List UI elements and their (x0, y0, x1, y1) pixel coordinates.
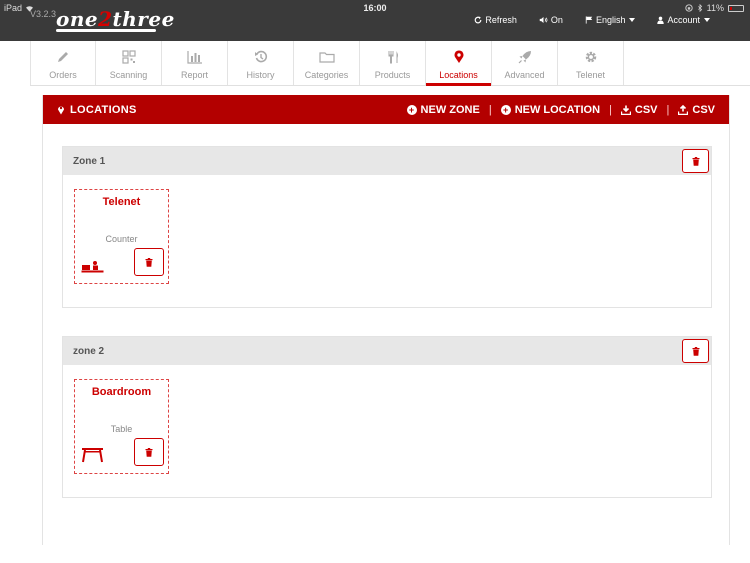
zone-card: zone 2 Boardroom Table (62, 336, 712, 498)
user-icon (657, 16, 665, 24)
trash-icon (692, 346, 699, 356)
sound-toggle-button[interactable]: On (539, 15, 563, 25)
trash-icon (145, 447, 153, 457)
tab-advanced[interactable]: Advanced (492, 41, 558, 85)
chevron-down-icon (704, 18, 710, 22)
gear-icon (585, 51, 596, 63)
table-icon (82, 448, 103, 463)
counter-icon (81, 261, 104, 273)
zone-name: Zone 1 (73, 155, 106, 167)
tab-report[interactable]: Report (162, 41, 228, 85)
refresh-icon (475, 16, 482, 24)
location-name: Boardroom (91, 386, 152, 398)
refresh-button[interactable]: Refresh (474, 15, 517, 25)
trash-icon (692, 156, 699, 166)
location-type: Table (110, 424, 133, 434)
tab-locations[interactable]: Locations (426, 41, 492, 86)
new-zone-button[interactable]: + NEW ZONE (406, 104, 480, 116)
panel-actions: + NEW ZONE | + NEW LOCATION | CSV | CSV (406, 103, 715, 116)
separator: | (488, 103, 492, 116)
tab-scanning[interactable]: Scanning (96, 41, 162, 85)
location-name: Telenet (102, 196, 141, 208)
app-logo[interactable]: one2three (56, 7, 175, 31)
plus-circle-icon: + (500, 104, 511, 115)
upload-icon (678, 104, 689, 115)
trash-icon (145, 257, 153, 267)
bar-chart-icon (186, 51, 202, 64)
zone-header: zone 2 (63, 337, 711, 365)
pencil-icon (58, 52, 68, 62)
zone-header: Zone 1 (63, 147, 711, 175)
separator: | (666, 103, 670, 116)
location-card[interactable]: Telenet Counter (74, 189, 169, 284)
zone-name: zone 2 (73, 345, 105, 357)
delete-zone-button[interactable] (682, 149, 709, 173)
map-marker-icon (58, 106, 64, 115)
location-card[interactable]: Boardroom Table (74, 379, 169, 474)
new-location-button[interactable]: + NEW LOCATION (500, 104, 600, 116)
speaker-icon (539, 17, 548, 23)
cutlery-icon (388, 51, 398, 64)
csv-download-button[interactable]: CSV (620, 104, 658, 116)
battery-percent: 11% (706, 3, 724, 13)
panel-title: LOCATIONS (57, 104, 137, 116)
flag-icon (585, 16, 593, 24)
map-marker-icon (454, 50, 463, 63)
delete-location-button[interactable] (134, 438, 164, 466)
delete-location-button[interactable] (134, 248, 164, 276)
tab-history[interactable]: History (228, 41, 294, 85)
logo-underline (56, 29, 156, 32)
csv-upload-button[interactable]: CSV (678, 104, 715, 116)
zone-card: Zone 1 Telenet Counter (62, 146, 712, 308)
delete-zone-button[interactable] (682, 339, 709, 363)
app-header: iPad 16:00 11% V3.2.3 one2three Refresh … (0, 0, 750, 41)
tab-categories[interactable]: Categories (294, 41, 360, 85)
tab-products[interactable]: Products (360, 41, 426, 85)
lock-rotation-icon (684, 4, 693, 12)
folder-icon (318, 52, 335, 63)
plus-circle-icon: + (406, 104, 417, 115)
account-dropdown[interactable]: Account (657, 15, 710, 25)
location-type: Counter (105, 234, 138, 244)
locations-panel: LOCATIONS + NEW ZONE | + NEW LOCATION | … (42, 95, 730, 545)
download-icon (620, 105, 631, 115)
language-dropdown[interactable]: English (585, 15, 636, 25)
bluetooth-icon (697, 4, 702, 12)
qrcode-icon (121, 50, 136, 64)
panel-header: LOCATIONS + NEW ZONE | + NEW LOCATION | … (43, 95, 729, 124)
main-tab-bar: Orders Scanning Report History Categorie… (30, 41, 750, 86)
rocket-icon (518, 51, 531, 64)
app-version: V3.2.3 (30, 9, 57, 19)
history-icon (254, 50, 267, 63)
tab-orders[interactable]: Orders (30, 41, 96, 85)
top-nav: Refresh On English Account (474, 15, 710, 25)
status-bar-right: 11% (684, 3, 744, 13)
chevron-down-icon (629, 18, 636, 22)
tab-telenet[interactable]: Telenet (558, 41, 624, 85)
separator: | (609, 103, 612, 116)
battery-icon (728, 4, 744, 12)
